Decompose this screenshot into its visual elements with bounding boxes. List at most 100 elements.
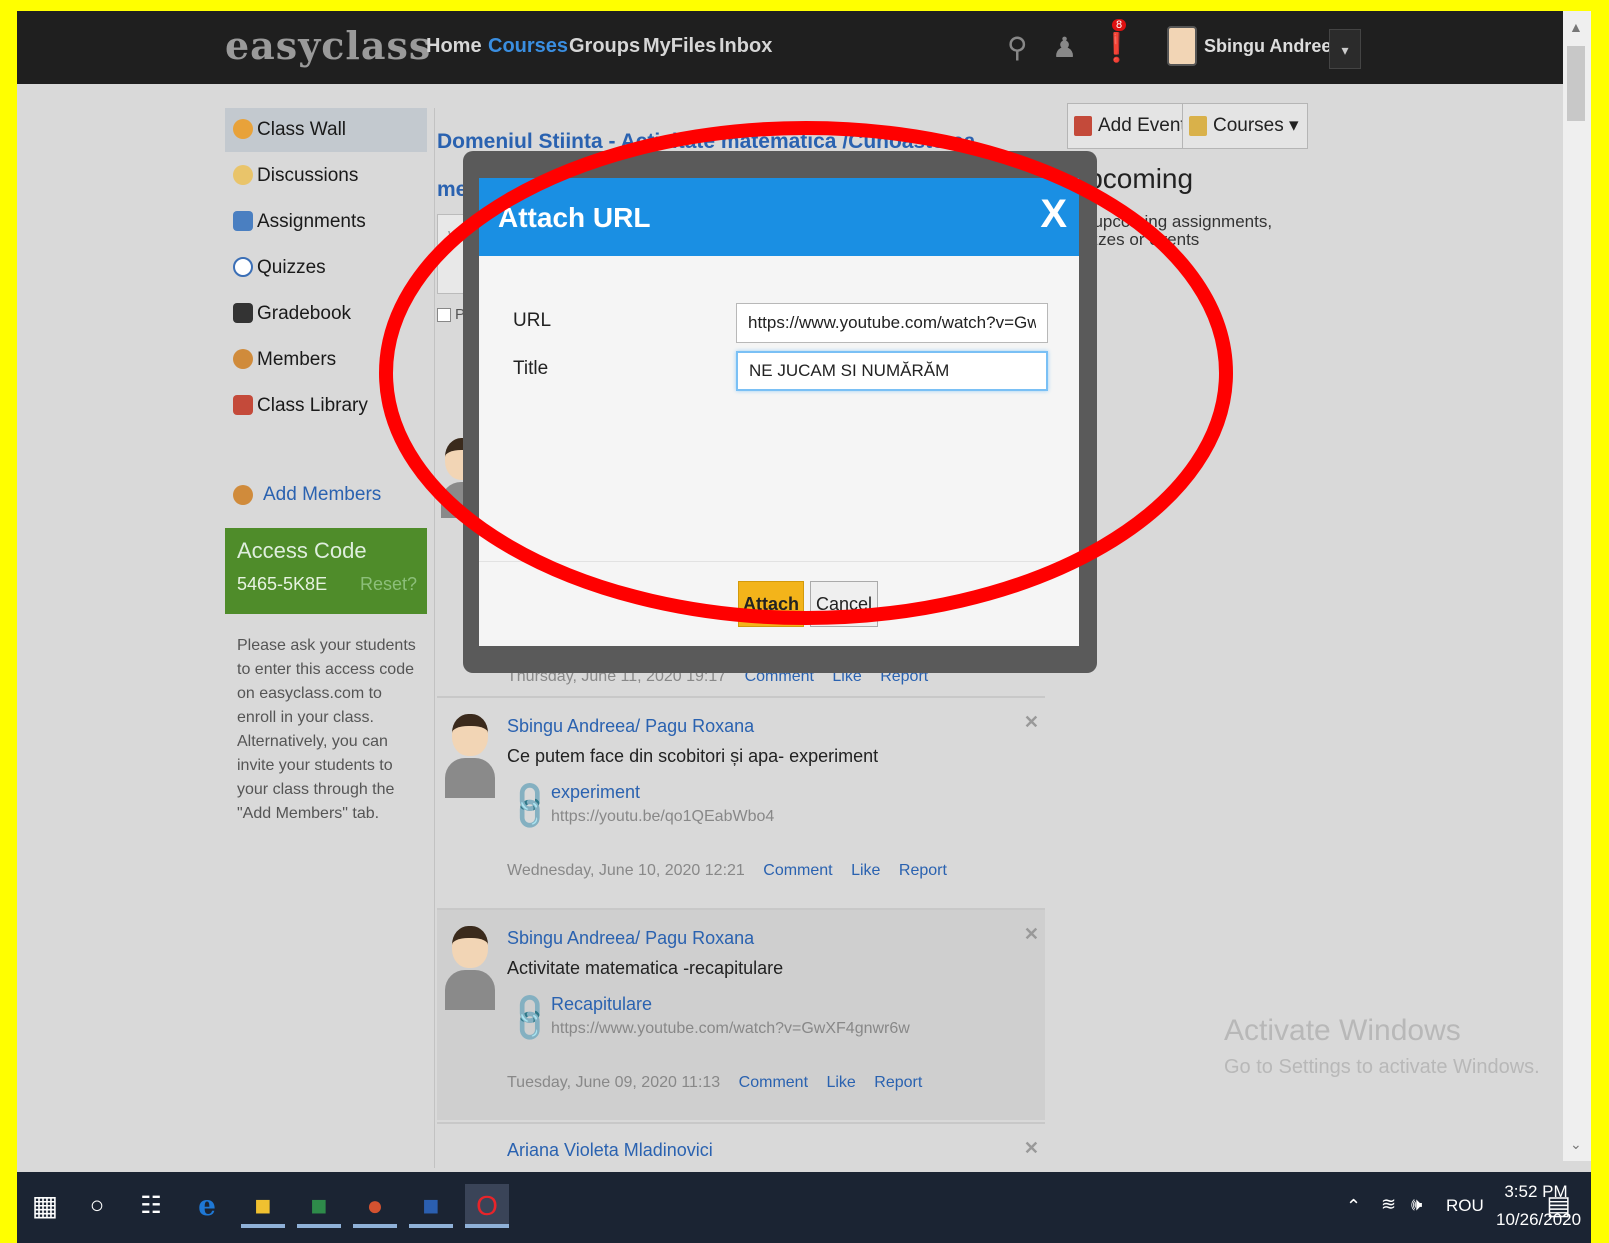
search-circle-icon[interactable]: ○ bbox=[75, 1184, 119, 1228]
people-icon[interactable]: ♟ bbox=[1052, 31, 1077, 64]
attachment-link-url[interactable]: https://youtu.be/qo1QEabWbo4 bbox=[551, 808, 774, 826]
wall-post: Sbingu Andreea/ Pagu Roxana Ce putem fac… bbox=[437, 696, 1045, 906]
access-code-value: 5465-5K8E bbox=[237, 574, 328, 594]
file-explorer-icon[interactable]: ■ bbox=[241, 1184, 285, 1228]
close-icon[interactable]: X bbox=[1040, 194, 1067, 234]
post-date: Wednesday, June 10, 2020 12:21 bbox=[507, 862, 745, 879]
post-author[interactable]: Sbingu Andreea/ Pagu Roxana bbox=[507, 928, 754, 949]
avatar bbox=[445, 926, 495, 1011]
like-link[interactable]: Like bbox=[826, 1074, 855, 1091]
sidebar-item-class-library[interactable]: Class Library bbox=[225, 384, 427, 428]
scroll-up-icon[interactable]: ▲ bbox=[1569, 19, 1583, 35]
comment-link[interactable]: Comment bbox=[739, 1074, 808, 1091]
sidebar-item-members[interactable]: Members bbox=[225, 338, 427, 382]
cancel-button[interactable]: Cancel bbox=[810, 581, 878, 627]
post-checkbox[interactable] bbox=[437, 308, 451, 322]
post-text: Activitate matematica -recapitulare bbox=[507, 958, 784, 978]
nav-groups[interactable]: Groups bbox=[569, 35, 640, 58]
post-text: Ce putem face din scobitori și apa- expe… bbox=[507, 746, 879, 766]
nav-home[interactable]: Home bbox=[426, 35, 482, 58]
attach-url-dialog: Attach URL X URL Title Attach Cancel bbox=[479, 178, 1079, 646]
delete-post-icon[interactable]: ✕ bbox=[1024, 1138, 1039, 1159]
sidebar-item-discussions[interactable]: Discussions bbox=[225, 154, 427, 198]
alert-icon[interactable]: ❗ bbox=[1099, 31, 1134, 64]
sidebar-item-quizzes[interactable]: Quizzes bbox=[225, 246, 427, 290]
add-members-link[interactable]: Add Members bbox=[225, 475, 427, 515]
sidebar-item-label: Class Wall bbox=[257, 119, 347, 140]
windows-taskbar: ▦ ○ ☷ e ■ ■ ● ■ O ⌃ ≋ 🕪 ROU 3:52 PM 10/2… bbox=[17, 1172, 1591, 1243]
wifi-icon[interactable]: ≋ bbox=[1381, 1194, 1396, 1215]
upcoming-empty-text: No upcoming assignments, quizzes or even… bbox=[1067, 212, 1273, 249]
attachment-link-title[interactable]: experiment bbox=[551, 782, 640, 803]
report-link[interactable]: Report bbox=[899, 862, 947, 879]
like-link[interactable]: Like bbox=[851, 862, 880, 879]
user-dropdown-button[interactable]: ▾ bbox=[1329, 29, 1361, 69]
title-field[interactable] bbox=[736, 351, 1048, 391]
post-meta: Wednesday, June 10, 2020 12:21 Comment L… bbox=[507, 862, 947, 880]
sidebar-item-class-wall[interactable]: Class Wall bbox=[225, 108, 427, 152]
discussions-icon bbox=[233, 165, 253, 185]
class-wall-icon bbox=[233, 119, 253, 139]
vertical-scrollbar[interactable]: ▲ ⌄ bbox=[1563, 11, 1591, 1161]
task-view-icon[interactable]: ☷ bbox=[129, 1184, 173, 1228]
add-event-button[interactable]: Add Event bbox=[1067, 103, 1195, 149]
post-meta: Tuesday, June 09, 2020 11:13 Comment Lik… bbox=[507, 1074, 922, 1092]
volume-icon[interactable]: 🕪 bbox=[1411, 1194, 1422, 1215]
attachment-link-title[interactable]: Recapitulare bbox=[551, 994, 652, 1015]
assignments-icon bbox=[233, 211, 253, 231]
scrollbar-thumb[interactable] bbox=[1567, 46, 1585, 121]
windows-activation-watermark: Activate Windows bbox=[1224, 1014, 1461, 1047]
avatar[interactable] bbox=[1167, 26, 1197, 66]
nav-inbox[interactable]: Inbox bbox=[719, 35, 772, 58]
sidebar-item-label: Assignments bbox=[257, 211, 366, 232]
scroll-down-icon[interactable]: ⌄ bbox=[1570, 1136, 1582, 1153]
windows-start-icon[interactable]: ▦ bbox=[23, 1184, 67, 1228]
wall-post: Sbingu Andreea/ Pagu Roxana Activitate m… bbox=[437, 908, 1045, 1120]
dialog-header: Attach URL X bbox=[479, 178, 1079, 256]
url-label: URL bbox=[513, 310, 552, 331]
windows-activation-hint: Go to Settings to activate Windows. bbox=[1224, 1056, 1540, 1078]
search-icon[interactable]: ⚲ bbox=[1007, 31, 1028, 64]
sidebar-item-label: Quizzes bbox=[257, 257, 326, 278]
sidebar-item-label: Discussions bbox=[257, 165, 359, 186]
nav-myfiles[interactable]: MyFiles bbox=[643, 35, 716, 58]
delete-post-icon[interactable]: ✕ bbox=[1024, 712, 1039, 733]
comment-link[interactable]: Comment bbox=[763, 862, 832, 879]
notification-badge: 8 bbox=[1112, 19, 1127, 31]
dialog-title: Attach URL bbox=[498, 202, 651, 233]
post-author[interactable]: Ariana Violeta Mladinovici bbox=[507, 1140, 713, 1161]
word-icon[interactable]: ■ bbox=[409, 1184, 453, 1228]
calendar-icon bbox=[1074, 116, 1092, 136]
members-icon bbox=[233, 349, 253, 369]
post-date: Tuesday, June 09, 2020 11:13 bbox=[507, 1074, 721, 1091]
excel-icon[interactable]: ■ bbox=[297, 1184, 341, 1228]
powerpoint-icon[interactable]: ● bbox=[353, 1184, 397, 1228]
sidebar-item-gradebook[interactable]: Gradebook bbox=[225, 292, 427, 336]
attachment-link-url[interactable]: https://www.youtube.com/watch?v=GwXF4gnw… bbox=[551, 1020, 910, 1038]
attach-button[interactable]: Attach bbox=[738, 581, 804, 627]
access-code-title: Access Code bbox=[237, 538, 367, 563]
easyclass-logo[interactable]: easyclass bbox=[225, 23, 431, 68]
add-members-icon bbox=[233, 485, 253, 505]
courses-icon bbox=[1189, 116, 1207, 136]
nav-courses[interactable]: Courses bbox=[488, 35, 568, 58]
courses-dropdown-button[interactable]: Courses ▾ bbox=[1182, 103, 1308, 149]
add-event-label: Add Event bbox=[1098, 115, 1186, 136]
browser-viewport: easyclass Home Courses Groups MyFiles In… bbox=[17, 11, 1591, 1243]
reset-access-code-link[interactable]: Reset? bbox=[360, 574, 417, 595]
delete-post-icon[interactable]: ✕ bbox=[1024, 924, 1039, 945]
chevron-up-icon[interactable]: ⌃ bbox=[1346, 1196, 1361, 1217]
sidebar-item-label: Class Library bbox=[257, 395, 368, 416]
opera-icon[interactable]: O bbox=[465, 1184, 509, 1228]
avatar bbox=[445, 714, 495, 799]
class-library-icon bbox=[233, 395, 253, 415]
notification-center-icon[interactable]: ▤ bbox=[1546, 1190, 1571, 1221]
sidebar-item-assignments[interactable]: Assignments bbox=[225, 200, 427, 244]
url-field[interactable] bbox=[736, 303, 1048, 343]
language-indicator[interactable]: ROU bbox=[1446, 1196, 1484, 1216]
courses-label: Courses ▾ bbox=[1213, 115, 1299, 136]
edge-icon[interactable]: e bbox=[185, 1184, 229, 1228]
report-link[interactable]: Report bbox=[874, 1074, 922, 1091]
post-author[interactable]: Sbingu Andreea/ Pagu Roxana bbox=[507, 716, 754, 737]
gradebook-icon bbox=[233, 303, 253, 323]
